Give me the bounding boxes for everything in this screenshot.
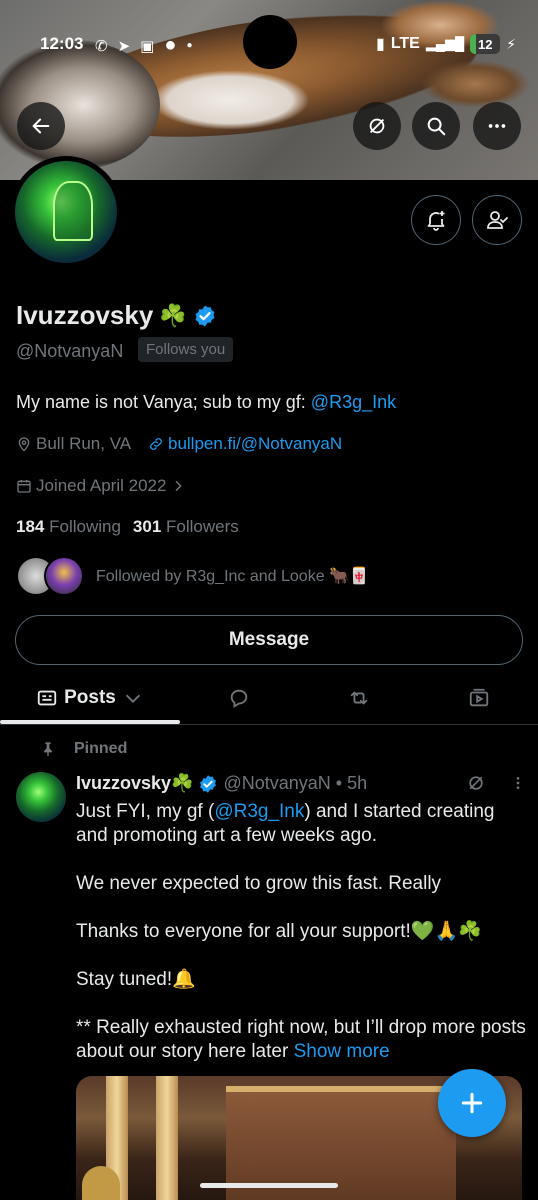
post-author-avatar[interactable]: [16, 772, 66, 822]
compose-post-button[interactable]: [438, 1069, 506, 1137]
profile-name: Ivuzzovsky: [16, 300, 154, 330]
home-indicator[interactable]: [200, 1183, 338, 1188]
post-header-actions: [466, 773, 526, 793]
more-icon: [488, 124, 506, 128]
telegram-icon: ➤: [117, 37, 131, 55]
message-button[interactable]: Message: [15, 615, 523, 665]
post-author-name[interactable]: Ivuzzovsky☘️: [76, 773, 193, 794]
camera-cutout: [243, 15, 297, 69]
post-author-handle[interactable]: @NotvanyaN: [223, 773, 330, 794]
avatar-image: [15, 161, 117, 263]
following-icon: [487, 211, 508, 229]
pin-icon: [44, 742, 52, 757]
status-system-icons: ▮ LTE ▂▄▆█ 12 ⚡: [376, 34, 516, 54]
posts-icon: [37, 690, 57, 706]
image-column-2: [156, 1076, 178, 1200]
pinned-label-row: Pinned: [40, 740, 127, 758]
tab-reposts[interactable]: [330, 672, 388, 724]
tab-replies[interactable]: [210, 672, 268, 724]
post-more-icon[interactable]: [510, 773, 526, 793]
following-stat[interactable]: 184 Following: [16, 517, 121, 537]
profile-website-link[interactable]: bullpen.fi/@NotvanyaN: [168, 434, 342, 454]
charging-icon: ⚡: [506, 35, 517, 52]
followers-stat[interactable]: 301 Followers: [133, 517, 239, 537]
post-header: Ivuzzovsky☘️ @NotvanyaN • 5h: [76, 773, 367, 794]
followers-label: Followers: [166, 517, 239, 536]
messenger-icon: ✆: [95, 37, 108, 55]
link-icon: [150, 438, 162, 450]
back-button[interactable]: [17, 102, 65, 150]
followed-by-row[interactable]: Followed by R3g_Inc and Looke 🐂🀄: [16, 556, 369, 596]
grok-button[interactable]: [353, 102, 401, 150]
followers-count: 301: [132, 517, 162, 536]
notification-bell-icon: [427, 211, 445, 231]
following-button[interactable]: [472, 195, 522, 245]
dot-icon: ●: [186, 40, 193, 51]
clipboard-icon: ▣: [140, 37, 155, 55]
show-more-link[interactable]: Show more: [294, 1041, 390, 1062]
replies-icon: [230, 689, 248, 708]
post-time: • 5h: [335, 773, 368, 793]
search-icon: [427, 117, 446, 136]
status-time: 12:03: [40, 34, 84, 53]
website-row[interactable]: bullpen.fi/@NotvanyaN: [148, 434, 342, 454]
calendar-icon: [17, 480, 31, 493]
post-mention-link[interactable]: @R3g_Ink: [214, 801, 304, 822]
compose-plus-icon: [461, 1092, 483, 1114]
profile-handle: @NotvanyaN: [16, 341, 124, 361]
tab-posts-label: Posts: [64, 687, 116, 708]
record-icon: ●: [164, 34, 177, 56]
grok-icon[interactable]: [466, 773, 486, 793]
chevron-down-icon: [125, 694, 140, 703]
post-paragraph-2: We never expected to grow this fast. Rea…: [76, 873, 442, 894]
back-arrow-icon: [32, 118, 50, 134]
profile-name-emoji: ☘️: [159, 302, 187, 328]
bio-text: My name is not Vanya; sub to my gf:: [16, 392, 311, 412]
network-label: LTE: [390, 35, 420, 52]
battery-icon: 12: [470, 34, 501, 54]
signal-icon: ▂▄▆█: [425, 36, 465, 51]
follower-avatar-2: [44, 556, 84, 596]
pinned-label: Pinned: [74, 740, 128, 757]
vibrate-icon: ▮: [376, 36, 385, 53]
notifications-button[interactable]: [411, 195, 461, 245]
status-notification-icons: ✆ ➤ ▣ ● ●: [95, 34, 192, 57]
profile-name-row: Ivuzzovsky ☘️: [16, 300, 217, 331]
post-text[interactable]: Just FYI, my gf (@R3g_Ink) and I started…: [76, 800, 528, 1064]
post-paragraph-4: Stay tuned!🔔: [76, 969, 196, 990]
banner-cat-belly: [150, 70, 310, 130]
tabs-divider: [0, 724, 538, 725]
banner-cat-head: [0, 40, 160, 170]
tab-posts[interactable]: Posts: [0, 672, 180, 724]
media-icon: [469, 688, 489, 707]
location-icon: [18, 437, 30, 452]
battery-level: 12: [478, 36, 493, 52]
avatar-figure: [53, 181, 93, 241]
post-paragraph-3: Thanks to everyone for all your support!…: [76, 921, 482, 942]
banner-cat-leg: [420, 60, 530, 108]
follows-you-badge: Follows you: [138, 337, 234, 362]
tab-media[interactable]: [450, 672, 508, 724]
chevron-right-icon: [175, 480, 183, 492]
bio-mention-link[interactable]: @R3g_Ink: [311, 392, 396, 412]
image-icon-painting: [82, 1166, 120, 1200]
retweet-icon: [350, 691, 368, 705]
more-button[interactable]: [473, 102, 521, 150]
follow-stats: 184 Following 301 Followers: [16, 517, 239, 537]
followed-by-text: Followed by R3g_Inc and Looke 🐂🀄: [96, 568, 369, 585]
profile-tabs: Posts: [0, 672, 538, 724]
search-button[interactable]: [412, 102, 460, 150]
location-row: Bull Run, VA: [16, 434, 131, 454]
verified-badge-icon: [200, 774, 217, 793]
following-label: Following: [49, 517, 121, 536]
post-line1-a: Just FYI, my gf (: [76, 801, 215, 822]
verified-badge-icon[interactable]: [193, 304, 217, 328]
profile-location: Bull Run, VA: [36, 434, 132, 453]
following-count: 184: [16, 517, 45, 536]
profile-joined: Joined April 2022: [36, 476, 167, 495]
grok-icon: [369, 118, 385, 134]
profile-bio: My name is not Vanya; sub to my gf: @R3g…: [16, 392, 396, 413]
joined-row[interactable]: Joined April 2022: [16, 476, 190, 496]
profile-avatar[interactable]: [10, 156, 122, 268]
